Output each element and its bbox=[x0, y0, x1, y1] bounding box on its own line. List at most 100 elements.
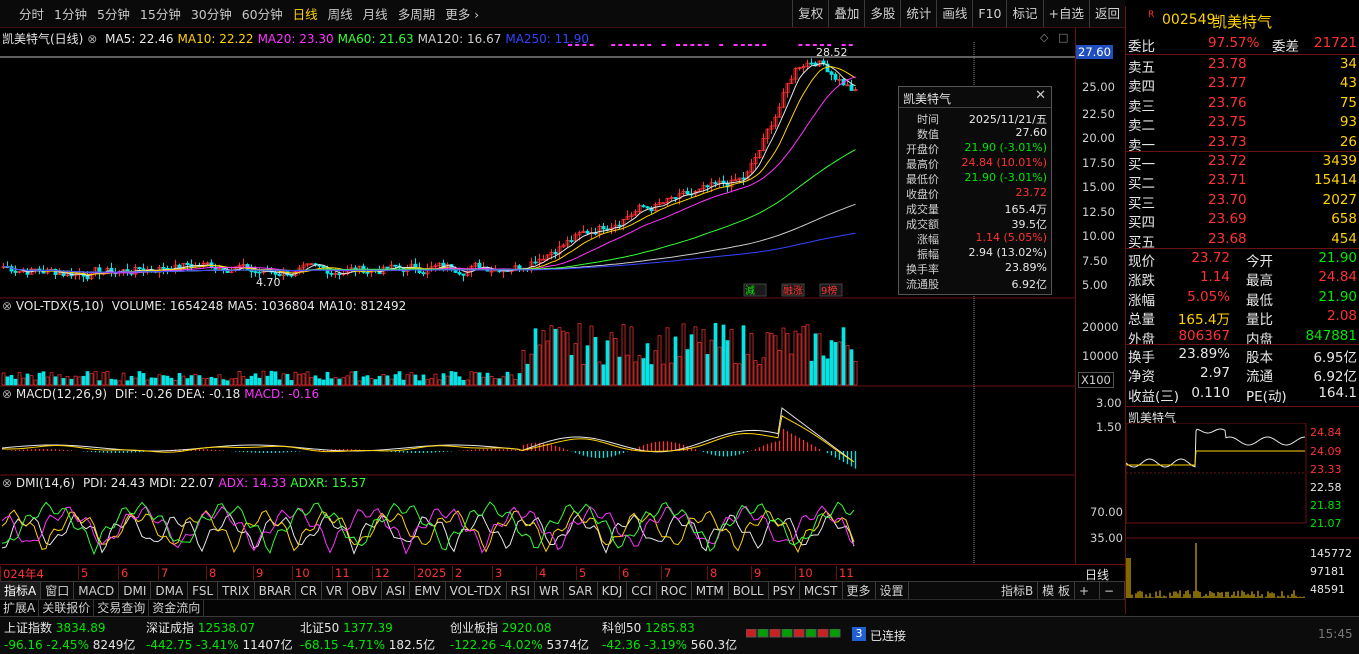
indicator-tab[interactable]: 更多 bbox=[843, 582, 876, 600]
order-book-row[interactable]: 卖三 23.76 75 bbox=[1126, 95, 1359, 115]
indicator-tab[interactable]: DMI bbox=[119, 582, 152, 600]
indicator-tab[interactable]: KDJ bbox=[598, 582, 628, 600]
indicator-control[interactable]: + bbox=[1075, 582, 1100, 600]
order-book-row[interactable]: 卖一 23.73 26 bbox=[1126, 134, 1359, 154]
intraday-chart[interactable]: 24.84 24.09 23.33 22.58 21.83 21.07 145772 9718… bbox=[1126, 423, 1359, 613]
index-pct: -3.41% bbox=[196, 638, 239, 652]
indicator-tab[interactable]: ROC bbox=[657, 582, 692, 600]
time-tick: 6 bbox=[619, 566, 629, 580]
indicator-tab[interactable]: 设置 bbox=[876, 582, 909, 600]
tool-button[interactable]: +自选 bbox=[1042, 0, 1089, 27]
period-tab[interactable]: 15分钟 bbox=[135, 4, 186, 23]
level-label: 买一 bbox=[1128, 157, 1155, 173]
period-tab[interactable]: 1分钟 bbox=[49, 4, 92, 23]
stat-label: 涨幅 bbox=[1128, 292, 1155, 309]
price-legend: 凯美特气(日线) ⊗ MA5: 22.46 MA10: 22.22 MA20: 23… bbox=[2, 30, 589, 47]
event-tag[interactable]: 融涨 bbox=[783, 285, 803, 297]
indicator-control[interactable]: 模 板 bbox=[1038, 582, 1075, 600]
legend-item: MA5: 22.46 bbox=[105, 32, 174, 46]
tooltip-row: 数值 27.60 bbox=[899, 126, 1051, 141]
indicator-tab[interactable]: CR bbox=[296, 582, 322, 600]
indicator-tab[interactable]: FSL bbox=[188, 582, 219, 600]
price-tick: 17.50 bbox=[1082, 156, 1115, 170]
window-icon[interactable]: □ bbox=[1058, 31, 1068, 44]
event-tag[interactable]: 減 bbox=[745, 284, 755, 297]
indicator-tab[interactable]: RSI bbox=[507, 582, 536, 600]
tool-button[interactable]: 标记 bbox=[1006, 0, 1042, 27]
tool-button[interactable]: F10 bbox=[972, 0, 1006, 27]
indicator-tabs: 指标A 窗口 MACD DMI DMA FSL TRIX BRAR CR VR OBV ASI EMV V… bbox=[0, 581, 1125, 600]
connection-status[interactable]: 已连接 bbox=[870, 627, 906, 644]
stock-name: 凯美特气 bbox=[1212, 13, 1273, 31]
tooltip-key: 换手率 bbox=[906, 263, 939, 276]
index-ticker[interactable]: 深证成指 12538.07 -442.75 -3.41% 11407亿 bbox=[146, 619, 296, 653]
indicator-tab[interactable]: DMA bbox=[151, 582, 189, 600]
period-tab[interactable]: 30分钟 bbox=[186, 4, 237, 23]
period-tab[interactable]: 日线 bbox=[288, 4, 323, 23]
period-tab[interactable]: 分时 bbox=[14, 4, 49, 23]
stat-value: 6.92亿 bbox=[1313, 369, 1357, 386]
tool-button[interactable]: 画线 bbox=[936, 0, 972, 27]
diamond-icon[interactable]: ◇ bbox=[1040, 31, 1048, 44]
indicator-tab[interactable]: 指标A bbox=[0, 582, 42, 600]
order-book-row[interactable]: 买二 23.71 15414 bbox=[1126, 172, 1359, 192]
index-ticker[interactable]: 上证指数 3834.89 -96.16 -2.45% 8249亿 bbox=[4, 619, 154, 653]
period-tab[interactable]: 月线 bbox=[358, 4, 393, 23]
tool-button[interactable]: 统计 bbox=[900, 0, 936, 27]
order-book-row[interactable]: 买三 23.70 2027 bbox=[1126, 192, 1359, 212]
indicator-tab[interactable]: SAR bbox=[564, 582, 598, 600]
order-book-row[interactable]: 买一 23.72 3439 bbox=[1126, 153, 1359, 173]
indicator-tab[interactable]: VOL-TDX bbox=[446, 582, 507, 600]
tooltip-key: 最高价 bbox=[906, 158, 939, 171]
indicator-tab[interactable]: VR bbox=[322, 582, 348, 600]
indicator-control[interactable]: 指标B bbox=[997, 582, 1039, 600]
indicator-tab[interactable]: MTM bbox=[692, 582, 729, 600]
indicator-tab[interactable]: BOLL bbox=[729, 582, 769, 600]
period-tab[interactable]: 多周期 bbox=[393, 4, 441, 23]
index-ticker[interactable]: 北证50 1377.39 -68.15 -4.71% 182.5亿 bbox=[300, 619, 450, 653]
bottom-tab[interactable]: 交易查询 bbox=[94, 600, 150, 617]
settings-icon[interactable]: ⊗ bbox=[2, 476, 12, 490]
order-book-row[interactable]: 买五 23.68 454 bbox=[1126, 231, 1359, 251]
period-tab[interactable]: 5分钟 bbox=[92, 4, 135, 23]
order-book-row[interactable]: 卖二 23.75 93 bbox=[1126, 114, 1359, 134]
index-ticker[interactable]: 创业板指 2920.08 -122.26 -4.02% 5374亿 bbox=[450, 619, 600, 653]
indicator-tab[interactable]: PSY bbox=[769, 582, 800, 600]
indicator-tab[interactable]: WR bbox=[535, 582, 565, 600]
index-pct: -2.45% bbox=[46, 638, 89, 652]
order-book-row[interactable]: 卖四 23.77 43 bbox=[1126, 75, 1359, 95]
bottom-tab[interactable]: 资金流向 bbox=[149, 600, 205, 617]
tool-button[interactable]: 多股 bbox=[864, 0, 900, 27]
bottom-tab[interactable]: 扩展A bbox=[0, 600, 40, 617]
indicator-tab[interactable]: ASI bbox=[382, 582, 411, 600]
tool-button[interactable]: 复权 bbox=[792, 0, 828, 27]
tool-button[interactable]: 返回 bbox=[1088, 0, 1125, 27]
index-pct: -4.71% bbox=[342, 638, 385, 652]
order-book-row[interactable]: 买四 23.69 658 bbox=[1126, 211, 1359, 232]
settings-icon[interactable]: ⊗ bbox=[2, 387, 12, 401]
period-tab[interactable]: 60分钟 bbox=[237, 4, 288, 23]
period-tab[interactable]: 更多 › bbox=[440, 4, 484, 23]
indicator-tab[interactable]: MCST bbox=[800, 582, 843, 600]
period-tab[interactable]: 周线 bbox=[323, 4, 358, 23]
tooltip-row: 振幅 2.94 (13.02%) bbox=[899, 246, 1051, 261]
settings-icon[interactable]: ⊗ bbox=[2, 299, 12, 313]
settings-icon[interactable]: ⊗ bbox=[87, 32, 97, 46]
indicator-control[interactable]: − bbox=[1100, 582, 1125, 600]
indicator-tab[interactable]: BRAR bbox=[255, 582, 297, 600]
chart-area[interactable]: 28.52 4.70 減融涨 9榜 凯美特气(日线) ⊗ MA5: 22.46 MA10… bbox=[0, 28, 1075, 564]
indicator-tab[interactable]: EMV bbox=[410, 582, 446, 600]
indicator-tab[interactable]: CCI bbox=[627, 582, 657, 600]
level-label: 买四 bbox=[1128, 215, 1155, 232]
index-ticker[interactable]: 科创50 1285.83 -42.36 -3.19% 560.3亿 bbox=[602, 619, 752, 653]
indicator-tab[interactable]: OBV bbox=[348, 582, 383, 600]
tool-button[interactable]: 叠加 bbox=[828, 0, 864, 27]
indicator-tab[interactable]: 窗口 bbox=[41, 582, 75, 600]
order-book-row[interactable]: 卖五 23.78 34 bbox=[1126, 56, 1359, 76]
event-tag[interactable]: 9榜 bbox=[821, 284, 837, 297]
indicator-tab[interactable]: TRIX bbox=[218, 582, 255, 600]
indicator-tab[interactable]: MACD bbox=[74, 582, 120, 600]
bottom-tab[interactable]: 关联报价 bbox=[39, 600, 95, 617]
close-icon[interactable]: ✕ bbox=[1035, 88, 1046, 103]
mini-chart[interactable]: 凯美特气 24.84 24.09 23.33 22.58 21.83 21.07 14577… bbox=[1126, 406, 1359, 598]
